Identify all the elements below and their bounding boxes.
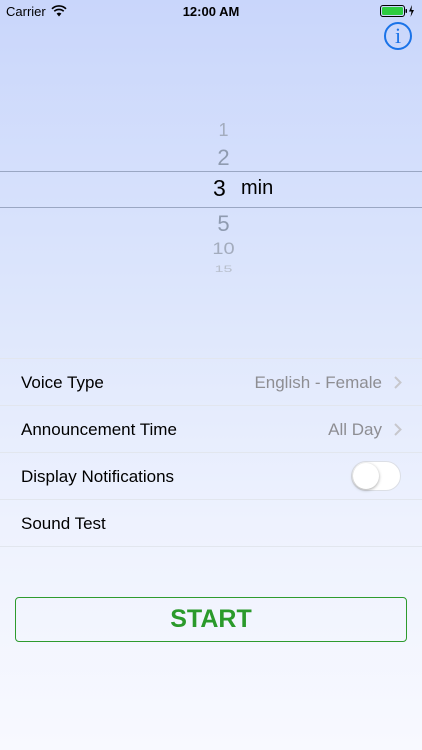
picker-item[interactable]: 15 <box>0 265 422 275</box>
chevron-right-icon <box>394 376 402 394</box>
voice-type-row[interactable]: Voice Type English - Female <box>0 358 422 405</box>
announcement-time-label: Announcement Time <box>21 420 177 439</box>
battery-charging-icon <box>380 4 416 20</box>
picker-item[interactable]: 10 <box>0 240 422 260</box>
picker-unit-label: min <box>241 177 274 199</box>
chevron-right-icon <box>394 423 402 441</box>
picker-item[interactable]: 1 <box>0 120 422 141</box>
toggle-knob <box>353 463 379 489</box>
picker-selection-bottom-line <box>0 207 422 208</box>
info-button[interactable]: i <box>384 22 412 50</box>
start-button[interactable]: START <box>15 597 407 642</box>
info-icon: i <box>394 23 402 48</box>
settings-list: Voice Type English - Female Announcement… <box>0 358 422 547</box>
announcement-time-value: All Day <box>328 420 382 439</box>
sound-test-label: Sound Test <box>21 514 106 533</box>
status-bar: Carrier 12:00 AM <box>0 0 422 22</box>
picker-selected-value[interactable]: 3 <box>213 175 226 202</box>
sound-test-row[interactable]: Sound Test <box>0 499 422 547</box>
display-notifications-label: Display Notifications <box>21 467 175 486</box>
display-notifications-row: Display Notifications <box>0 452 422 499</box>
picker-selection-top-line <box>0 171 422 172</box>
picker-item[interactable]: 5 <box>0 211 422 237</box>
duration-picker[interactable]: 1 2 5 10 15 <box>0 110 422 280</box>
picker-item[interactable]: 2 <box>0 145 422 171</box>
status-time: 12:00 AM <box>182 4 240 19</box>
announcement-time-row[interactable]: Announcement Time All Day <box>0 405 422 452</box>
voice-type-label: Voice Type <box>21 373 104 392</box>
display-notifications-toggle[interactable] <box>351 461 401 491</box>
voice-type-value: English - Female <box>254 373 382 392</box>
